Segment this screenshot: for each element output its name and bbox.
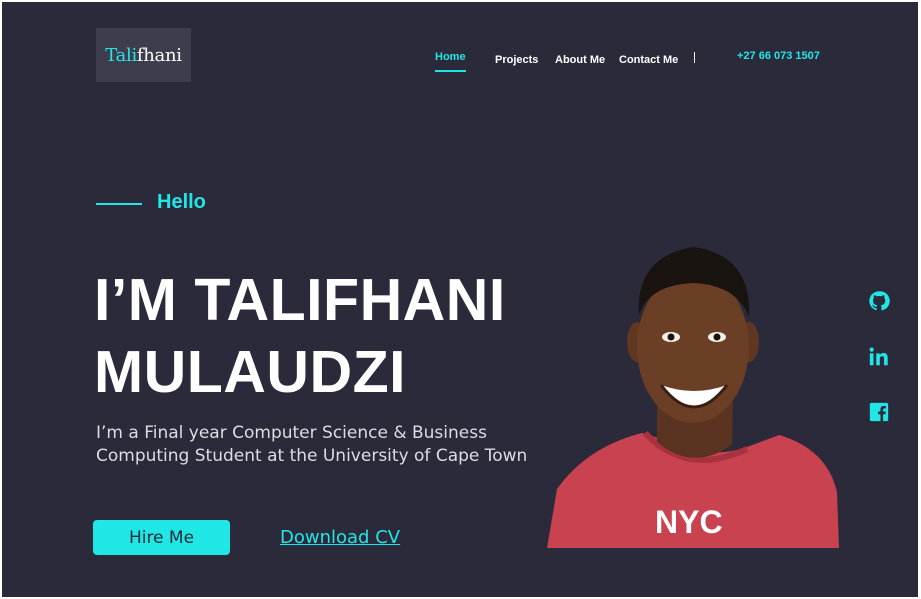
facebook-icon[interactable]	[868, 401, 890, 423]
nav-contact-me[interactable]: Contact Me	[619, 54, 678, 66]
nav-divider	[694, 52, 695, 63]
greeting: Hello	[157, 191, 206, 213]
shirt-print: NYC	[655, 504, 723, 540]
phone-number[interactable]: +27 66 073 1507	[737, 50, 820, 62]
hero-headline: I’M TALIFHANI MULAUDZI	[94, 264, 506, 408]
github-icon[interactable]	[868, 290, 890, 312]
nav-about-me[interactable]: About Me	[555, 54, 605, 66]
nav-home[interactable]: Home	[435, 51, 466, 72]
hello-accent-line	[96, 203, 142, 205]
nav-projects[interactable]: Projects	[495, 54, 538, 66]
hire-me-button[interactable]: Hire Me	[93, 520, 230, 555]
download-cv-link[interactable]: Download CV	[280, 527, 400, 548]
subtitle-line-1: I’m a Final year Computer Science & Busi…	[96, 423, 487, 443]
hero-subtitle: I’m a Final year Computer Science & Busi…	[96, 422, 566, 468]
profile-photo: NYC	[547, 237, 839, 548]
subtitle-line-2: Computing Student at the University of C…	[96, 446, 528, 466]
linkedin-icon[interactable]	[868, 346, 890, 368]
page-frame: Tali fhani Home Projects About Me Contact…	[2, 2, 918, 597]
headline-line-2: MULAUDZI	[94, 339, 407, 405]
headline-line-1: I’M TALIFHANI	[94, 267, 506, 333]
